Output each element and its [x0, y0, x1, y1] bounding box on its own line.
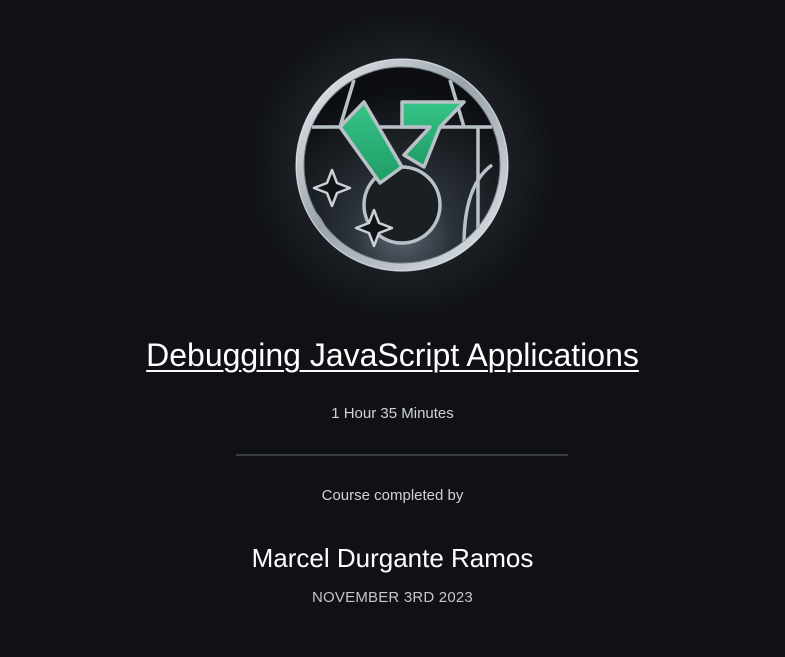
divider [236, 454, 568, 456]
learner-name: Marcel Durgante Ramos [251, 543, 534, 573]
completed-by-label: Course completed by [321, 487, 464, 504]
certificate-page: Debugging JavaScript Applications 1 Hour… [0, 0, 785, 657]
course-title-link[interactable]: Debugging JavaScript Applications [0, 336, 785, 374]
course-duration: 1 Hour 35 Minutes [331, 405, 454, 422]
course-badge [242, 5, 562, 325]
medal-badge-icon [295, 58, 509, 272]
completion-date: NOVEMBER 3RD 2023 [312, 589, 473, 606]
